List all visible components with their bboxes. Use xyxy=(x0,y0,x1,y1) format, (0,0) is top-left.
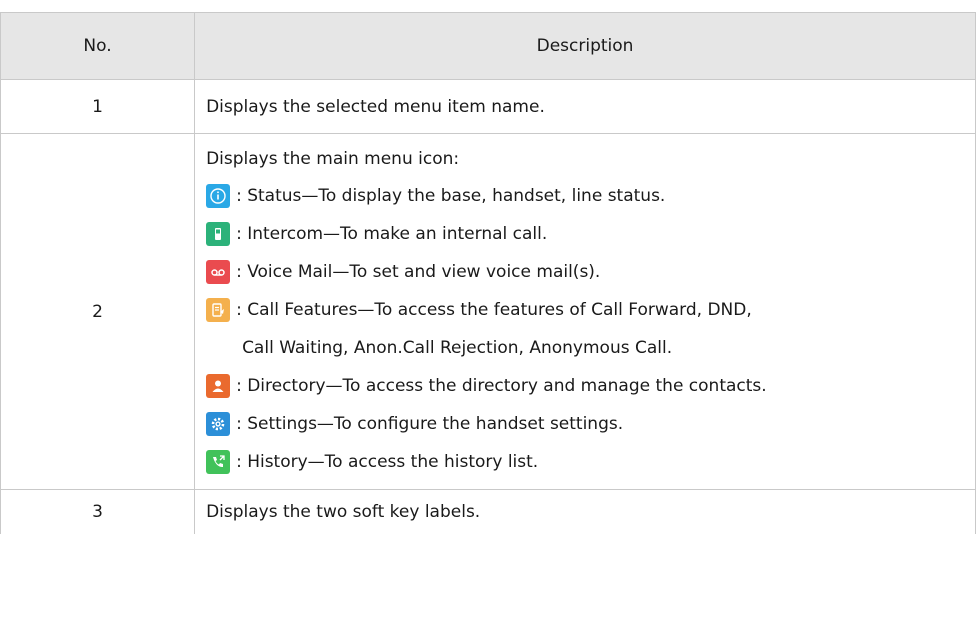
list-item: : Directory—To access the directory and … xyxy=(206,367,975,405)
intercom-handset-icon xyxy=(206,222,231,246)
list-item: : Settings—To configure the handset sett… xyxy=(206,405,975,443)
list-item: : Intercom—To make an internal call. xyxy=(206,215,975,253)
settings-gear-icon xyxy=(206,412,231,436)
table-row: 3 Displays the two soft key labels. xyxy=(0,489,976,534)
menu-icon-intro: Displays the main menu icon: xyxy=(206,149,460,169)
header-no: No. xyxy=(0,12,196,80)
list-item: : Call Features—To access the features o… xyxy=(206,291,975,367)
table-header-row: No. Description xyxy=(0,12,976,80)
table-row: 1 Displays the selected menu item name. xyxy=(0,79,976,134)
row-description: Displays the two soft key labels. xyxy=(194,489,976,534)
row-description: Displays the main menu icon: : Status—To… xyxy=(194,133,976,490)
row-description: Displays the selected menu item name. xyxy=(194,79,976,134)
call-features-text: : Call Features—To access the features o… xyxy=(236,300,752,320)
status-info-icon xyxy=(206,184,231,208)
call-features-text-continued: Call Waiting, Anon.Call Rejection, Anony… xyxy=(242,338,673,358)
history-call-icon xyxy=(206,450,231,474)
list-item: : Voice Mail—To set and view voice mail(… xyxy=(206,253,975,291)
directory-contact-icon xyxy=(206,374,231,398)
row-number: 1 xyxy=(0,79,196,134)
table-row: 2 Displays the main menu icon: : Status—… xyxy=(0,133,976,490)
list-item: : History—To access the history list. xyxy=(206,443,975,481)
call-features-icon xyxy=(206,298,231,322)
list-item: : Status—To display the base, handset, l… xyxy=(206,177,975,215)
voicemail-icon xyxy=(206,260,231,284)
description-table: No. Description 1 Displays the selected … xyxy=(0,12,976,534)
row-number: 2 xyxy=(0,133,196,490)
row-number: 3 xyxy=(0,489,196,534)
header-description: Description xyxy=(194,12,976,80)
